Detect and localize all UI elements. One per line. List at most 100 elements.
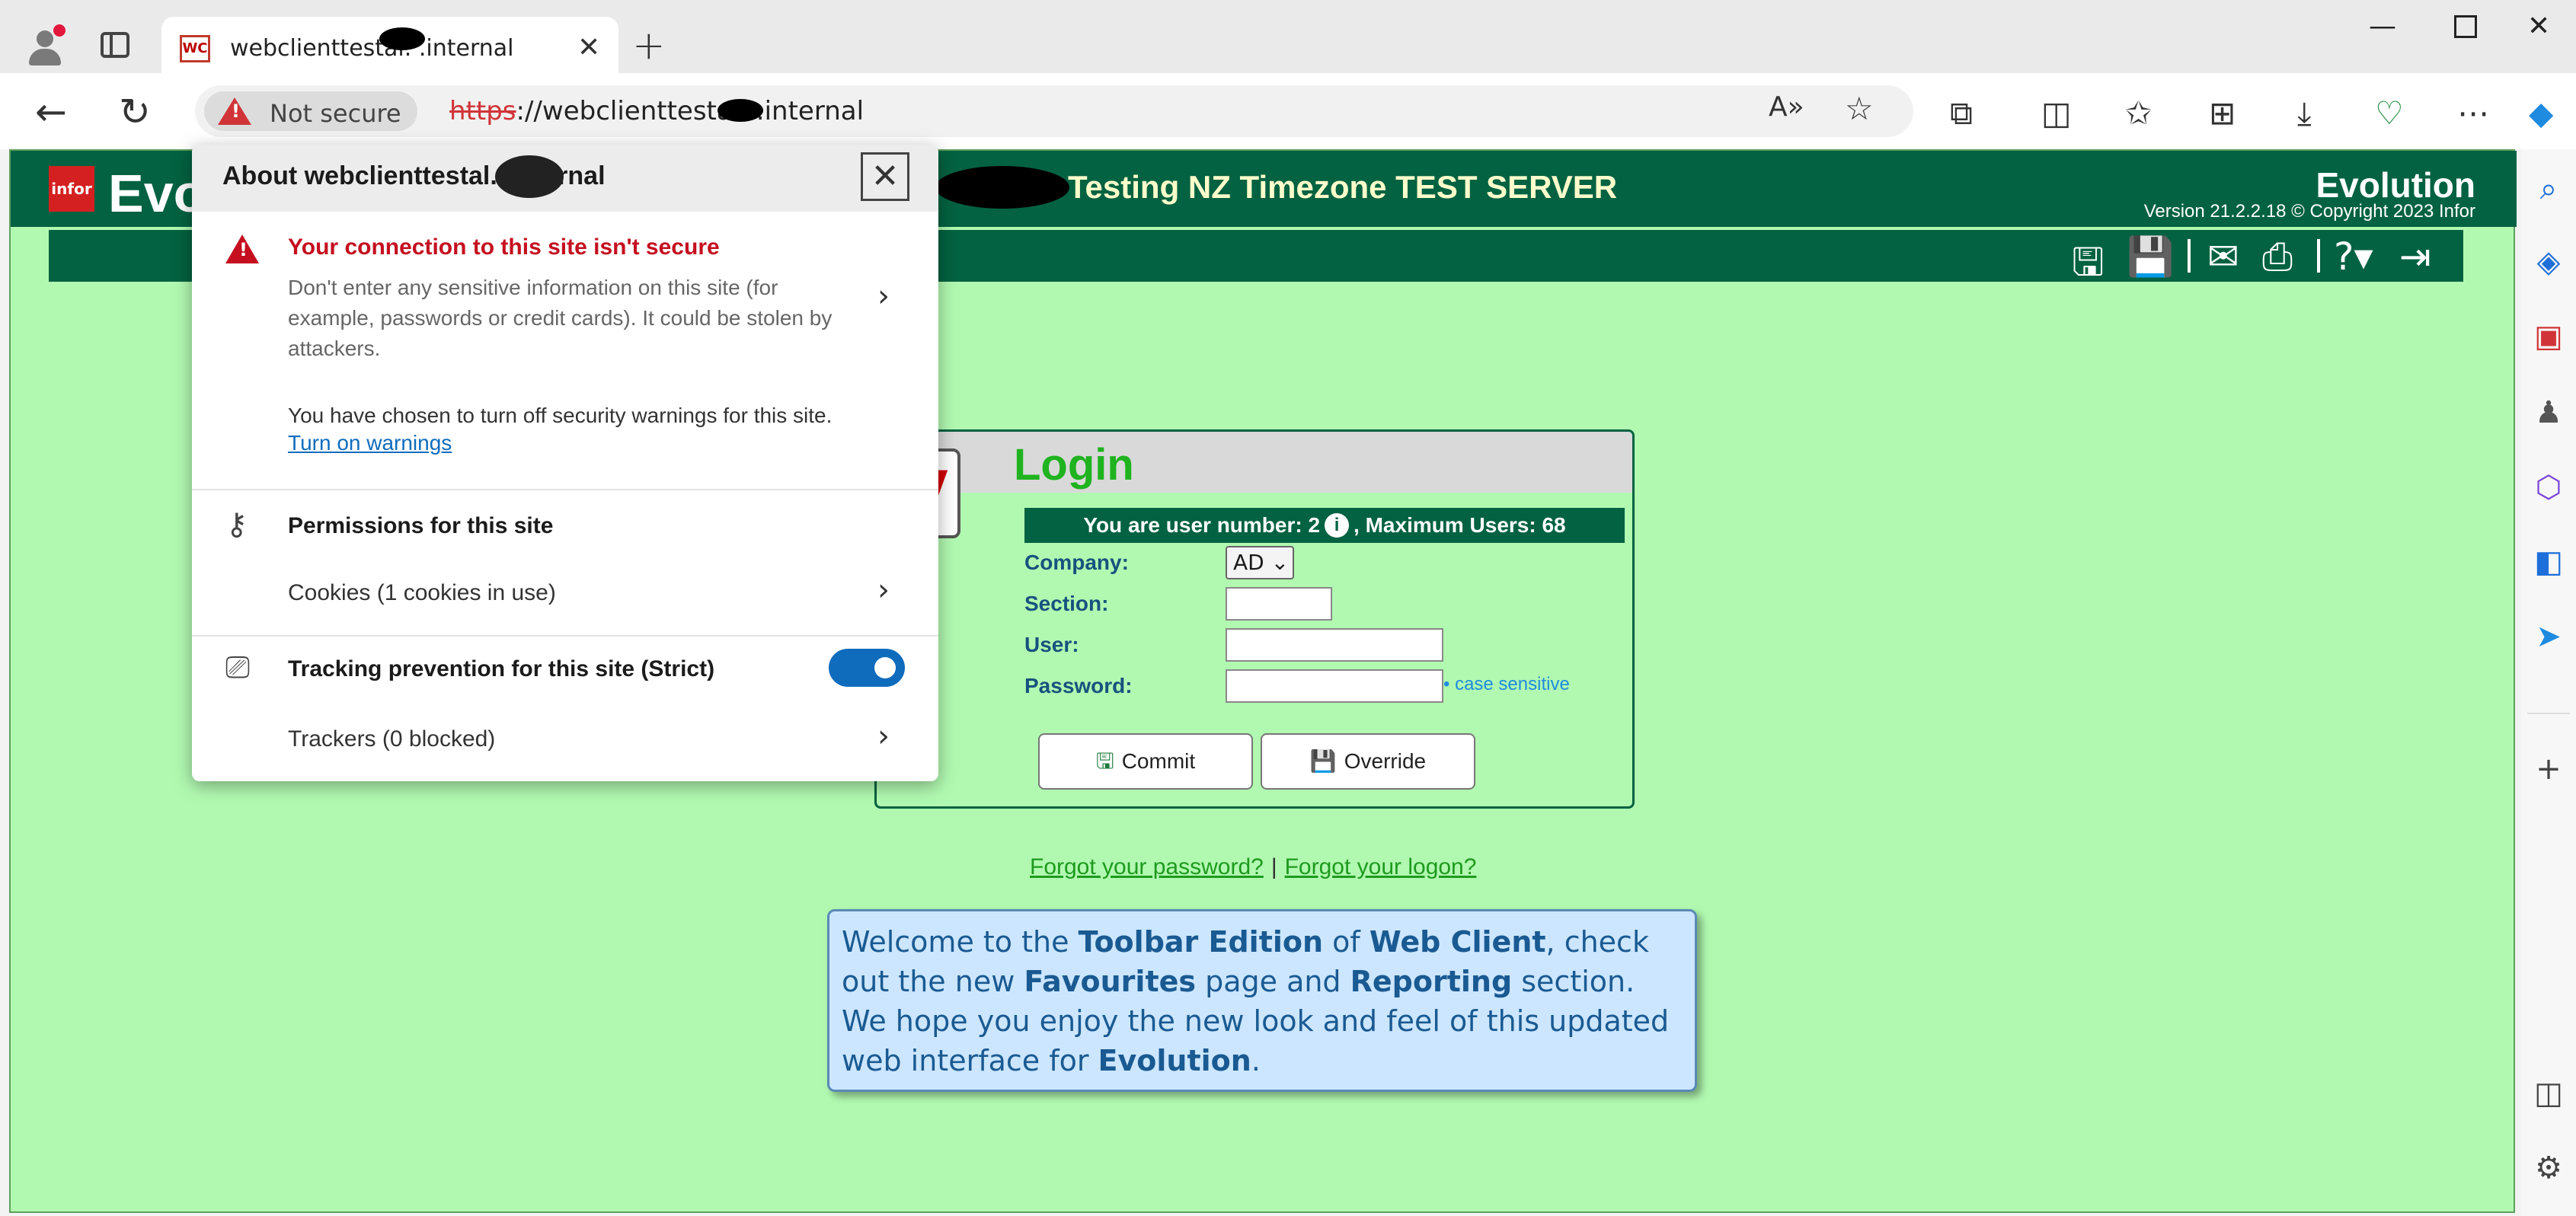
user-label: User: — [1024, 633, 1079, 656]
welcome-message: Welcome to the Toolbar Edition of Web Cl… — [827, 909, 1697, 1092]
redaction-mark — [718, 99, 763, 122]
chevron-right-icon[interactable]: › — [877, 719, 890, 754]
tracking-toggle[interactable] — [829, 649, 905, 687]
site-info-popup: About webclienttestal. .internal ✕ Your … — [192, 145, 938, 781]
key-icon: ⚷ — [225, 507, 248, 542]
company-select[interactable]: AD ⌄ — [1226, 546, 1294, 579]
url-scheme: https — [449, 96, 516, 126]
sign-in-icon[interactable]: ⇥ — [2399, 235, 2431, 279]
shopping-icon[interactable]: ◈ — [2530, 244, 2567, 280]
add-icon[interactable]: + — [2530, 751, 2567, 787]
company-label: Company: — [1024, 551, 1129, 574]
version-text: Version 21.2.2.18 © Copyright 2023 Infor — [2143, 201, 2475, 222]
tracking-title: Tracking prevention for this site (Stric… — [288, 656, 715, 681]
not-secure-button[interactable]: Not secure — [204, 91, 417, 131]
split-screen-icon[interactable]: ◫ — [2041, 94, 2072, 132]
email-icon[interactable]: ✉ — [2207, 235, 2239, 279]
chevron-right-icon[interactable]: › — [877, 279, 890, 314]
favicon-icon: WC — [180, 35, 210, 62]
tab-close-icon[interactable]: ✕ — [577, 32, 600, 63]
tab-title: webclienttestal. .internal — [230, 35, 514, 62]
profile-avatar-icon[interactable] — [26, 24, 66, 65]
send-icon[interactable]: ➤ — [2530, 618, 2567, 655]
info-icon[interactable]: i — [1325, 513, 1350, 538]
new-tab-icon[interactable]: + — [632, 23, 666, 69]
refresh-icon[interactable]: ↻ — [119, 90, 151, 134]
turn-on-warnings-link[interactable]: Turn on warnings — [288, 431, 452, 455]
maximize-icon[interactable] — [2454, 15, 2477, 38]
redaction-mark — [379, 27, 425, 50]
tracking-prevention-icon: ⎚ — [225, 650, 250, 685]
forgot-links: Forgot your password? | Forgot your logon? — [1030, 854, 1477, 879]
collections-icon[interactable]: ⊞ — [2209, 94, 2236, 132]
address-bar[interactable]: Not secure https://webclienttestal. .int… — [195, 85, 1913, 137]
save-icon: 💾 — [1309, 749, 1337, 773]
browser-toolbar: ← ↻ Not secure https://webclienttestal. … — [0, 73, 2576, 149]
back-arrow-icon[interactable]: ← — [35, 90, 67, 134]
warnings-off-text: You have chosen to turn off security war… — [288, 404, 833, 427]
commit-button[interactable]: 🖫 Commit — [1038, 733, 1253, 790]
menubar-separator — [2188, 239, 2191, 273]
url-rest: ://webclienttestal. .internal — [516, 96, 865, 126]
menubar-separator — [2317, 239, 2320, 273]
override-button[interactable]: 💾 Override — [1261, 733, 1475, 790]
save-outline-icon[interactable]: 🖫 — [2072, 235, 2105, 299]
permissions-title: Permissions for this site — [288, 513, 554, 538]
login-panel: Login V You are user number: 2i, Maximum… — [874, 429, 1635, 809]
window-close-icon[interactable]: ✕ — [2527, 11, 2550, 42]
read-aloud-icon[interactable]: A» — [1769, 91, 1804, 123]
popup-header: About webclienttestal. .internal ✕ — [192, 145, 938, 212]
infor-logo: infor — [49, 166, 94, 212]
login-title: Login — [1014, 440, 1134, 490]
favorites-icon[interactable]: ✩ — [2125, 94, 2152, 132]
forgot-password-link[interactable]: Forgot your password? — [1030, 854, 1264, 879]
outlook-icon[interactable]: ◧ — [2530, 544, 2567, 580]
help-icon[interactable]: ?▾ — [2334, 235, 2373, 279]
case-sensitive-note: • case sensitive — [1443, 674, 1570, 694]
redaction-mark — [495, 155, 564, 198]
connection-warning-title: Your connection to this site isn't secur… — [288, 235, 720, 260]
connection-warning-body: Don't enter any sensitive information on… — [288, 276, 833, 360]
print-icon[interactable]: ⎙ — [2262, 235, 2293, 279]
warning-icon — [225, 235, 259, 263]
warning-icon — [218, 97, 251, 125]
forgot-logon-link[interactable]: Forgot your logon? — [1285, 854, 1477, 879]
edge-sidebar: ⌕ ◈ ▣ ♟ ⬡ ◧ ➤ + ◫ ⚙ — [2521, 149, 2576, 1216]
chevron-right-icon[interactable]: › — [877, 573, 890, 608]
star-icon[interactable]: ☆ — [1845, 90, 1874, 127]
user-input[interactable] — [1226, 628, 1443, 662]
minimize-icon[interactable]: — — [2369, 11, 2396, 42]
password-input[interactable] — [1226, 669, 1443, 703]
sidebar-divider — [2527, 713, 2570, 714]
section-label: Section: — [1024, 592, 1109, 615]
settings-gear-icon[interactable]: ⚙ — [2530, 1150, 2567, 1186]
save-icon[interactable]: 💾 — [2127, 235, 2174, 279]
download-icon[interactable]: ⤓ — [2297, 94, 2312, 132]
trackers-item[interactable]: Trackers (0 blocked) — [288, 726, 495, 752]
tab-actions-icon[interactable] — [101, 32, 129, 58]
save-outline-icon: 🖫 — [1095, 749, 1114, 773]
redaction-mark — [935, 166, 1069, 209]
tab-strip: WC webclienttestal. .internal ✕ + — ✕ — [0, 0, 2576, 73]
copilot-icon[interactable]: ◆ — [2529, 94, 2553, 132]
not-secure-label: Not secure — [270, 99, 401, 128]
divider — [192, 635, 938, 637]
server-title: Testing NZ Timezone TEST SERVER — [1068, 169, 1618, 205]
divider — [192, 489, 938, 490]
section-input[interactable] — [1226, 587, 1332, 621]
games-icon[interactable]: ♟ — [2530, 394, 2567, 431]
user-count-banner: You are user number: 2i, Maximum Users: … — [1024, 508, 1625, 543]
puzzle-icon[interactable]: ⧉ — [1950, 94, 1973, 132]
login-header: Login — [877, 432, 1632, 493]
tools-icon[interactable]: ▣ — [2530, 318, 2567, 355]
brand-title: Evolution — [2316, 165, 2475, 205]
cookies-item[interactable]: Cookies (1 cookies in use) — [288, 580, 556, 606]
office-icon[interactable]: ⬡ — [2530, 469, 2567, 506]
search-icon[interactable]: ⌕ — [2530, 171, 2567, 207]
password-label: Password: — [1024, 674, 1133, 697]
heart-pulse-icon[interactable]: ♡ — [2375, 94, 2404, 132]
more-icon[interactable]: ⋯ — [2457, 94, 2489, 132]
url-text[interactable]: https://webclienttestal. .internal — [449, 96, 864, 126]
sidebar-toggle-icon[interactable]: ◫ — [2530, 1075, 2567, 1112]
popup-close-icon[interactable]: ✕ — [861, 152, 909, 201]
